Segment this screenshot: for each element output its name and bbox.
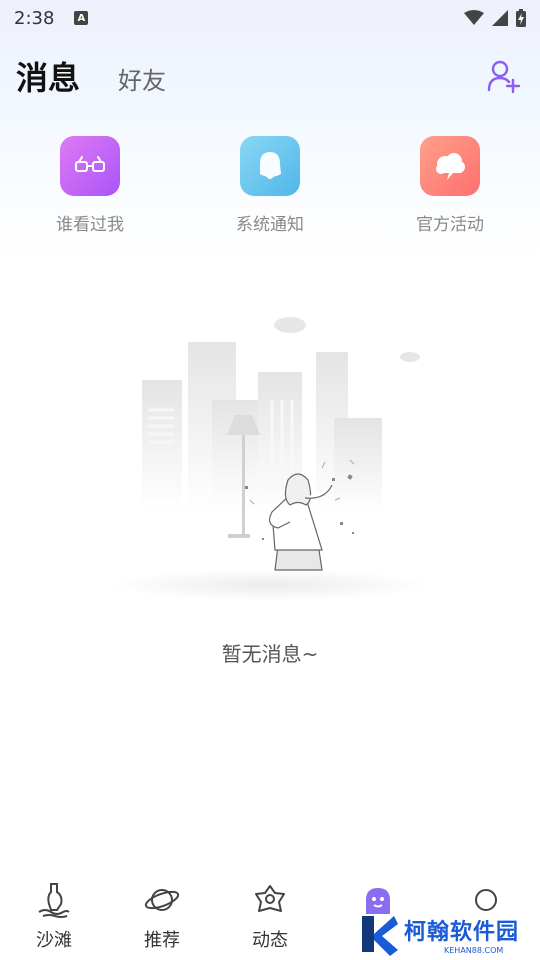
nav-icon-beach: [36, 882, 72, 918]
official-events-button[interactable]: [420, 136, 480, 196]
watermark-main-text: 柯翰软件园: [404, 919, 520, 945]
tab-friends[interactable]: 好友: [118, 61, 166, 96]
nav-label-moments: 动态: [252, 930, 288, 951]
system-notice-button[interactable]: [240, 136, 300, 196]
nav-item-recommend[interactable]: 推荐: [108, 882, 216, 952]
visitors-button[interactable]: [60, 136, 120, 196]
beach-bottle-icon: [38, 883, 70, 918]
quick-item-visitors[interactable]: 谁看过我: [0, 136, 180, 235]
add-friend-button[interactable]: [484, 56, 524, 96]
cloud-icon: [436, 153, 465, 180]
battery-icon: [516, 9, 526, 27]
nav-label-beach: 沙滩: [36, 930, 72, 951]
quick-actions: 谁看过我 系统通知 官方活动: [0, 136, 540, 235]
tab-messages[interactable]: 消息: [16, 53, 80, 99]
header: 消息 好友: [0, 52, 540, 100]
watermark-text: 柯翰软件园 KEHAN88.COM: [404, 914, 519, 955]
notification-icon: A: [74, 11, 89, 25]
watermark: 柯翰软件园 KEHAN88.COM: [360, 910, 535, 958]
status-indicators: [464, 9, 526, 27]
nav-icon-moments: [252, 882, 288, 918]
watermark-logo-icon: [362, 916, 398, 956]
empty-state-text: 暂无消息~: [221, 642, 319, 666]
status-time: 2:38: [14, 7, 55, 29]
wifi-icon: [464, 10, 484, 25]
add-user-icon: [487, 60, 521, 94]
quick-item-official-events[interactable]: 官方活动: [360, 136, 540, 235]
quick-label-visitors: 谁看过我: [56, 215, 124, 235]
nav-icon-recommend: [144, 882, 180, 918]
nav-item-beach[interactable]: 沙滩: [0, 882, 108, 952]
planet-icon: [144, 889, 180, 911]
bell-icon: [260, 152, 281, 179]
quick-label-system-notice: 系统通知: [236, 215, 304, 235]
status-bar: 2:38 A: [0, 0, 540, 36]
watermark-sub-text: KEHAN88.COM: [444, 945, 504, 955]
flower-icon: [255, 885, 285, 912]
glasses-icon: [75, 156, 105, 172]
nav-label-recommend: 推荐: [144, 930, 180, 951]
quick-label-official-events: 官方活动: [416, 215, 484, 235]
signal-icon: [492, 10, 508, 26]
nav-item-moments[interactable]: 动态: [216, 882, 324, 952]
quick-item-system-notice[interactable]: 系统通知: [180, 136, 360, 235]
empty-messages-illustration: [110, 317, 430, 601]
